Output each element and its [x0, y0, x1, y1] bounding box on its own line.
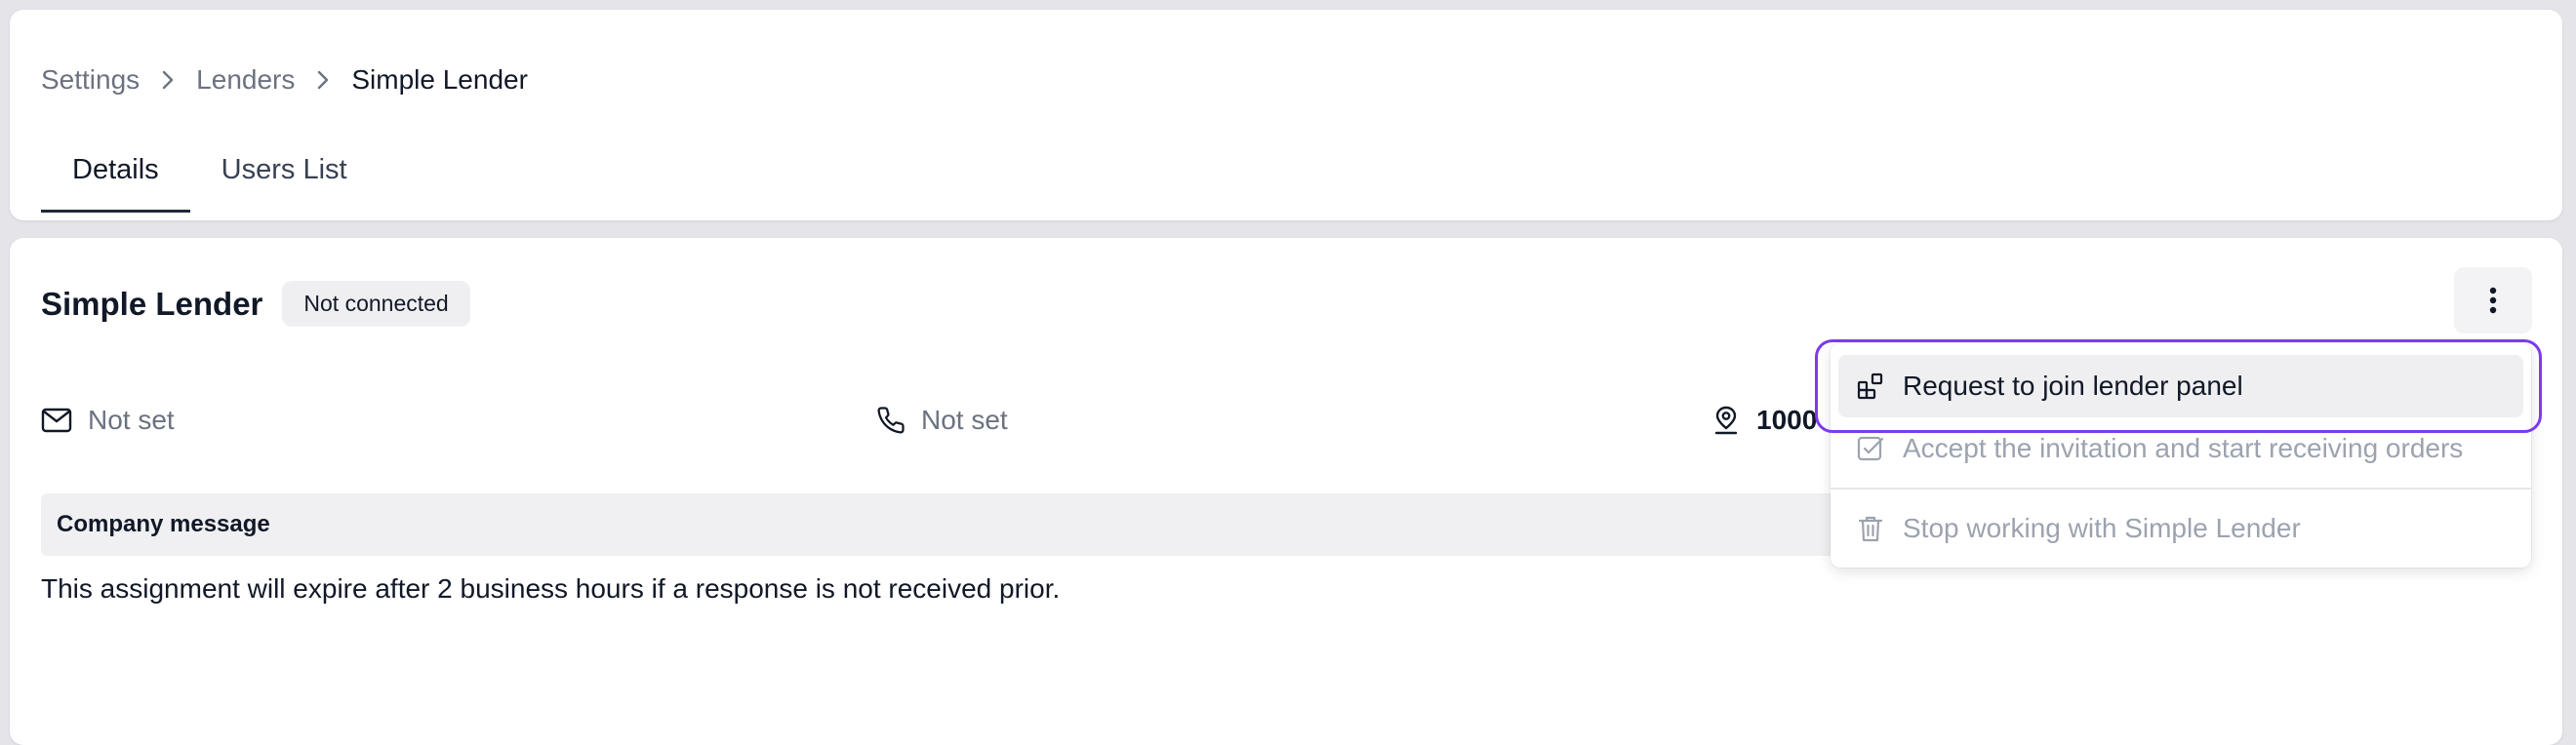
menu-divider	[1831, 488, 2531, 490]
menu-item-stop-working[interactable]: Stop working with Simple Lender	[1838, 497, 2523, 560]
menu-item-label: Request to join lender panel	[1903, 371, 2243, 401]
email-info: Not set	[41, 405, 175, 436]
breadcrumb-lenders[interactable]: Lenders	[196, 64, 295, 96]
lender-name: Simple Lender	[41, 285, 263, 322]
breadcrumb-settings[interactable]: Settings	[41, 64, 140, 96]
breadcrumb-current: Simple Lender	[351, 64, 528, 95]
checkbox-icon	[1857, 436, 1884, 461]
phone-value: Not set	[921, 405, 1008, 435]
status-badge: Not connected	[282, 281, 470, 327]
company-message-text: This assignment will expire after 2 busi…	[41, 573, 1061, 604]
breadcrumb: Settings Lenders Simple Lender	[41, 64, 528, 96]
address-info: 1000	[1711, 405, 1817, 436]
email-value: Not set	[88, 405, 175, 435]
trash-icon	[1858, 516, 1883, 542]
tab-bar: Details Users List	[41, 135, 379, 213]
chevron-right-icon	[161, 69, 175, 91]
menu-item-label: Stop working with Simple Lender	[1903, 513, 2301, 543]
request-join-icon	[1857, 372, 1883, 400]
chevron-right-icon	[316, 69, 330, 91]
more-actions-button[interactable]	[2454, 267, 2532, 333]
tab-users-list[interactable]: Users List	[190, 135, 379, 213]
address-value: 1000	[1756, 405, 1818, 435]
tab-details[interactable]: Details	[41, 135, 190, 213]
location-pin-icon	[1714, 406, 1738, 435]
menu-item-label: Accept the invitation and start receivin…	[1903, 433, 2464, 463]
mail-icon	[41, 408, 72, 433]
menu-item-request-join[interactable]: Request to join lender panel	[1838, 355, 2523, 417]
lender-title-row: Simple Lender Not connected	[41, 281, 470, 327]
more-vertical-icon	[2489, 287, 2497, 314]
phone-icon	[877, 407, 905, 434]
phone-info: Not set	[876, 405, 1008, 436]
header-card: Settings Lenders Simple Lender Details U…	[10, 10, 2562, 220]
menu-item-accept-invitation[interactable]: Accept the invitation and start receivin…	[1838, 417, 2523, 480]
actions-dropdown-menu: Request to join lender panel Accept the …	[1831, 343, 2531, 568]
